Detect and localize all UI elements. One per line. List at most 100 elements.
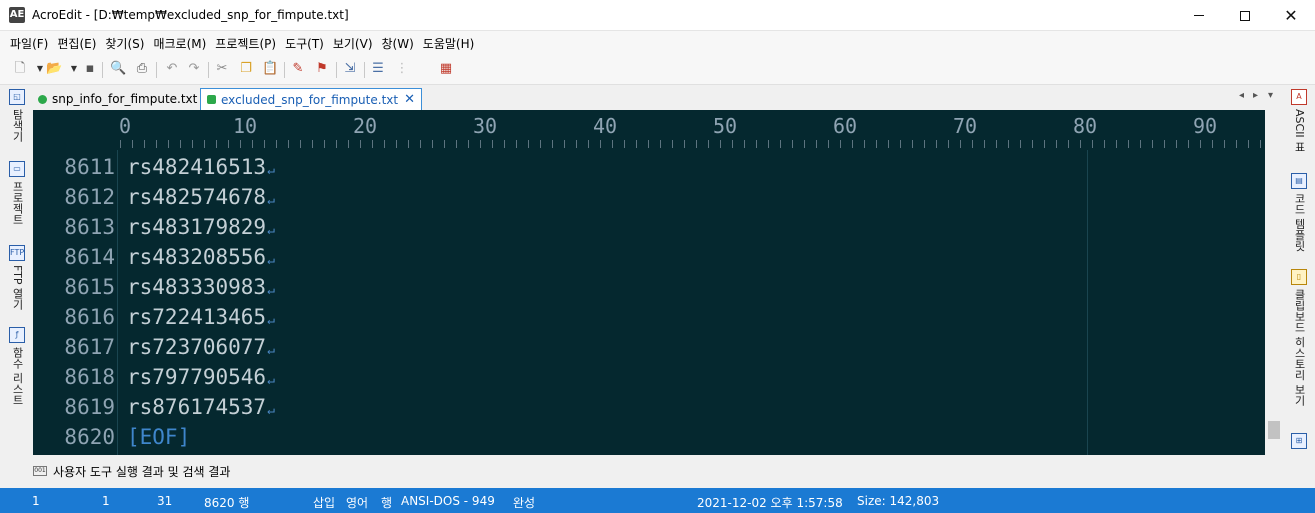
scrollbar-thumb[interactable] [1268,421,1280,439]
line-text[interactable]: rs723706077↵ [127,332,275,366]
line-text[interactable]: rs483179829↵ [127,212,275,246]
list-view-icon[interactable]: ☰ [370,61,386,77]
line-text[interactable]: rs483208556↵ [127,242,275,276]
status-datetime: 2021-12-02 오후 1:57:58 [697,496,843,510]
line-text[interactable]: rs482416513↵ [127,152,275,186]
menu-bar: 파일(F) 편집(E) 찾기(S) 매크로(M) 프로젝트(P) 도구(T) 보… [0,31,1315,55]
toolbar-separator [284,62,285,78]
close-button[interactable]: ✕ [1268,0,1314,31]
menu-search[interactable]: 찾기(S) [105,35,144,52]
tab-excluded-snp[interactable]: excluded_snp_for_fimpute.txt ✕ [200,88,422,110]
mark-icon[interactable]: ✎ [290,61,306,77]
minimize-icon [1194,15,1204,16]
line-text[interactable]: rs797790546↵ [127,362,275,396]
toolbar-separator [208,62,209,78]
open-folder-icon[interactable]: 📂 [46,61,62,77]
calendar-icon[interactable]: ▦ [438,61,454,77]
new-file-icon[interactable]: 🗋 [12,61,28,77]
line-text[interactable]: rs876174537↵ [127,392,275,426]
menu-tools[interactable]: 도구(T) [285,35,324,52]
menu-file[interactable]: 파일(F) [10,35,48,52]
output-panel-tab[interactable]: 001 사용자 도구 실행 결과 및 검색 결과 [33,460,230,482]
menu-help[interactable]: 도움말(H) [423,35,475,52]
tab-snp-info[interactable]: snp_info_for_fimpute.txt [32,88,203,110]
toolbar-separator [156,62,157,78]
line-number: 8612 [64,185,115,209]
status-encoding[interactable]: ANSI-DOS - 949 [401,494,495,508]
line-text[interactable]: rs722413465↵ [127,302,275,336]
right-sidebar: A ASCII 표 ▤ 코드 템플릿 ▯ 클립보드 히스토리 보기 ⊞ [1283,85,1315,487]
clipboard-icon: ▯ [1291,269,1307,285]
editor-line: 8620 [EOF] [33,422,1265,452]
editor-line: 8615 rs483330983↵ [33,272,1265,302]
editor-vertical-scrollbar[interactable] [1265,110,1283,455]
editor-line: 8616 rs722413465↵ [33,302,1265,332]
app-icon[interactable]: AE [9,7,25,23]
line-text[interactable]: rs482574678↵ [127,182,275,216]
line-content: rs722413465 [127,305,267,329]
sidebar-tab-clipboard[interactable]: ▯ 클립보드 히스토리 보기 [1289,269,1309,406]
ruler-label: 80 [1073,114,1098,138]
print-preview-icon[interactable]: 🔍 [110,61,126,77]
menu-macro[interactable]: 매크로(M) [153,35,206,52]
tab-list-dropdown-icon[interactable]: ▾ [1268,90,1273,101]
editor-line: 8612 rs482574678↵ [33,182,1265,212]
menu-view[interactable]: 보기(V) [333,35,373,52]
minimize-button[interactable] [1176,0,1222,31]
tab-scroll-left-icon[interactable]: ◂ [1239,90,1244,101]
tab-scroll-right-icon[interactable]: ▸ [1253,90,1258,101]
maximize-button[interactable] [1222,0,1268,31]
open-dropdown-icon[interactable]: ▼ [66,61,82,77]
status-field: 1 [32,494,40,508]
sidebar-tab-functions[interactable]: ƒ 함수 리스트 [7,327,27,406]
line-number: 8611 [64,155,115,179]
status-field: 1 [102,494,110,508]
sidebar-tab-ftp[interactable]: FTP FTP 열기 [7,245,27,310]
tab-close-icon[interactable]: ✕ [404,92,415,107]
extra-panel-icon: ⊞ [1291,433,1307,449]
eof-marker: [EOF] [127,425,191,449]
line-content: rs483330983 [127,275,267,299]
output-panel-label: 사용자 도구 실행 결과 및 검색 결과 [53,464,231,479]
template-icon: ▤ [1291,173,1307,189]
sidebar-tab-ascii[interactable]: A ASCII 표 [1289,89,1309,152]
line-number: 8614 [64,245,115,269]
project-icon: ▭ [9,161,25,177]
menu-window[interactable]: 창(W) [382,35,414,52]
ruler-label: 10 [233,114,258,138]
sidebar-extra-tab[interactable]: ⊞ [1289,433,1309,449]
toolbar-separator [336,62,337,78]
sidebar-tab-explorer[interactable]: ◱ 탐색기 [7,89,27,142]
paste-icon[interactable]: 📋 [262,61,278,77]
explorer-icon: ◱ [9,89,25,105]
status-file-size: Size: 142,803 [857,494,940,508]
bookmark-icon[interactable]: ⚑ [314,61,330,77]
copy-icon[interactable]: ❐ [238,61,254,77]
print-icon[interactable]: ⎙ [134,61,150,77]
status-selection-mode[interactable]: 행 [381,494,392,511]
undo-icon[interactable]: ↶ [164,61,180,77]
goto-icon[interactable]: ⇲ [342,61,358,77]
line-number: 8616 [64,305,115,329]
line-content: rs876174537 [127,395,267,419]
ascii-icon: A [1291,89,1307,105]
cut-icon[interactable]: ✂ [214,61,230,77]
save-icon[interactable]: ▪ [82,61,98,77]
file-status-icon [38,94,47,104]
menu-project[interactable]: 프로젝트(P) [215,35,276,52]
status-input-language[interactable]: 영어 [346,494,368,511]
menu-edit[interactable]: 편집(E) [57,35,96,52]
column-ruler: 0 10 20 30 40 50 60 70 80 90 [33,110,1265,150]
status-insert-mode[interactable]: 삽입 [313,494,335,511]
line-content: rs482574678 [127,185,267,209]
text-editor[interactable]: 0 10 20 30 40 50 60 70 80 90 8611 rs4824… [33,110,1265,455]
line-content: rs482416513 [127,155,267,179]
redo-icon[interactable]: ↷ [186,61,202,77]
ruler-label: 70 [953,114,978,138]
sidebar-tab-template[interactable]: ▤ 코드 템플릿 [1289,173,1309,252]
window-title: AcroEdit - [D:₩temp₩excluded_snp_for_fim… [32,8,349,22]
ruler-label: 30 [473,114,498,138]
line-text[interactable]: rs483330983↵ [127,272,275,306]
sidebar-tab-project[interactable]: ▭ 프로젝트 [7,161,27,225]
sidebar-tab-label: ASCII 표 [1293,109,1306,153]
